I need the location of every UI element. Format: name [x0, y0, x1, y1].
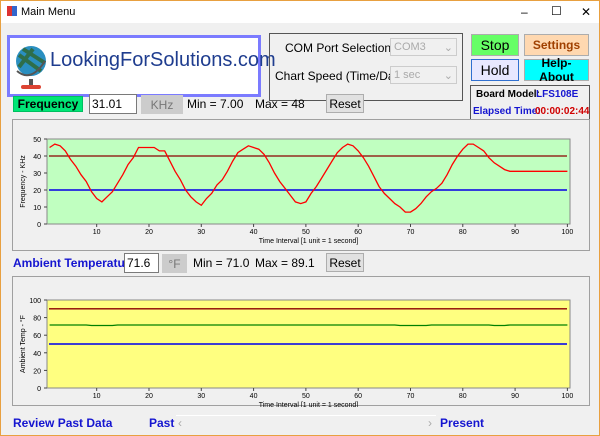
x-tick-label: 60	[354, 229, 362, 236]
chevron-down-icon: ⌄	[443, 41, 453, 54]
x-tick-label: 10	[93, 393, 101, 400]
scroll-left-arrow-icon[interactable]: ‹	[178, 416, 182, 430]
app-icon	[7, 6, 17, 16]
series-line-ambient-temperature	[49, 324, 568, 327]
scroll-right-arrow-icon[interactable]: ›	[428, 416, 432, 430]
x-tick-label: 50	[302, 393, 310, 400]
x-tick-label: 90	[511, 393, 519, 400]
x-tick-label: 30	[197, 393, 205, 400]
temperature-value-field[interactable]: 71.6	[124, 253, 159, 273]
x-tick-label: 50	[302, 229, 310, 236]
board-info-panel: Board Model: LFS108E Elapsed Time: 00:00…	[470, 85, 590, 121]
frequency-max: Max = 48	[255, 97, 305, 111]
x-tick-label: 100	[562, 229, 574, 236]
y-tick-label: 40	[33, 351, 41, 358]
temperature-chart: 0 20 40 60 80 100 10 20 30 40 50 60 70 80 90 100 Time In…	[19, 298, 574, 409]
temperature-reset-button[interactable]: Reset	[326, 253, 364, 272]
stop-button[interactable]: Stop	[471, 34, 519, 56]
x-tick-label: 100	[562, 393, 574, 400]
globe-icon	[16, 46, 47, 89]
window-title: Main Menu	[21, 6, 76, 18]
y-tick-label: 100	[29, 298, 41, 305]
y-tick-label: 20	[33, 368, 41, 375]
past-label: Past	[149, 416, 175, 430]
y-tick-label: 30	[33, 171, 41, 178]
com-port-label: COM Port Selection	[285, 41, 392, 55]
x-tick-label: 10	[93, 229, 101, 236]
hold-button[interactable]: Hold	[471, 59, 519, 81]
logo-banner: LookingForSolutions.com	[7, 35, 276, 97]
x-tick-label: 80	[459, 393, 467, 400]
elapsed-time-value: 00:00:02:44	[535, 106, 590, 117]
y-tick-label: 50	[33, 137, 41, 144]
frequency-reset-button[interactable]: Reset	[326, 94, 364, 113]
frequency-chart-panel: 0 10 20 30 40 50 10 20 30 40 50 60 70 80 90 100 Time Int…	[12, 119, 590, 251]
x-tick-label: 30	[197, 229, 205, 236]
plot-area	[46, 138, 571, 225]
com-port-select[interactable]: COM3 ⌄	[390, 38, 457, 56]
elapsed-time-label: Elapsed Time:	[473, 106, 541, 117]
chart-speed-label: Chart Speed (Time/Data)	[275, 69, 409, 83]
x-tick-label: 40	[250, 393, 258, 400]
frequency-value-field[interactable]: 31.01	[89, 94, 137, 114]
frequency-min: Min = 7.00	[187, 97, 244, 111]
temperature-max: Max = 89.1	[255, 256, 315, 270]
frequency-label: Frequency	[13, 96, 83, 112]
temperature-unit: °F	[162, 254, 187, 273]
temperature-chart-panel: 0 20 40 60 80 100 10 20 30 40 50 60 70 80 90 100 Time In…	[12, 276, 590, 409]
y-tick-label: 10	[33, 205, 41, 212]
x-tick-label: 20	[145, 229, 153, 236]
y-axis-label: Ambient Temp - °F	[19, 315, 27, 373]
help-about-button[interactable]: Help-About	[524, 56, 589, 84]
chart-speed-value: 1 sec	[394, 69, 421, 81]
y-tick-label: 60	[33, 333, 41, 340]
frequency-unit: KHz	[141, 95, 183, 114]
board-model-label: Board Model:	[476, 89, 540, 100]
settings-panel: COM Port Selection COM3 ⌄ Chart Speed (Ti…	[269, 33, 463, 101]
y-tick-label: 40	[33, 154, 41, 161]
x-tick-label: 80	[459, 229, 467, 236]
minimize-button[interactable]: –	[521, 5, 528, 19]
y-axis-label: Frequency - KHz	[20, 155, 27, 208]
chevron-down-icon: ⌄	[443, 69, 453, 82]
review-past-data-label: Review Past Data	[13, 416, 113, 430]
y-tick-label: 0	[37, 386, 41, 393]
settings-button[interactable]: Settings	[524, 34, 589, 56]
y-tick-label: 20	[33, 188, 41, 195]
x-axis-label: Time Interval [1 unit = 1 second]	[259, 402, 359, 407]
x-tick-label: 20	[145, 393, 153, 400]
com-port-value: COM3	[394, 41, 426, 53]
present-label: Present	[440, 416, 485, 430]
y-tick-label: 0	[37, 222, 41, 229]
temperature-label: Ambient Temperature	[13, 256, 137, 270]
close-button[interactable]: ✕	[581, 5, 591, 19]
x-axis-label: Time Interval [1 unit = 1 second]	[259, 238, 359, 245]
chart-speed-select[interactable]: 1 sec ⌄	[390, 66, 457, 84]
x-tick-label: 60	[354, 393, 362, 400]
maximize-button[interactable]: ☐	[551, 4, 562, 18]
title-bar: Main Menu – ☐ ✕	[1, 1, 599, 23]
x-tick-label: 70	[407, 229, 415, 236]
logo-text: LookingForSolutions.com	[50, 49, 276, 71]
x-tick-label: 40	[250, 229, 258, 236]
x-tick-label: 70	[407, 393, 415, 400]
board-model-value: LFS108E	[536, 89, 579, 100]
frequency-chart: 0 10 20 30 40 50 10 20 30 40 50 60 70 80 90 100 Time Int…	[20, 137, 574, 245]
temperature-min: Min = 71.0	[193, 256, 250, 270]
x-tick-label: 90	[511, 229, 519, 236]
y-tick-label: 80	[33, 316, 41, 323]
history-scrollbar[interactable]: ‹ ›	[176, 415, 436, 430]
